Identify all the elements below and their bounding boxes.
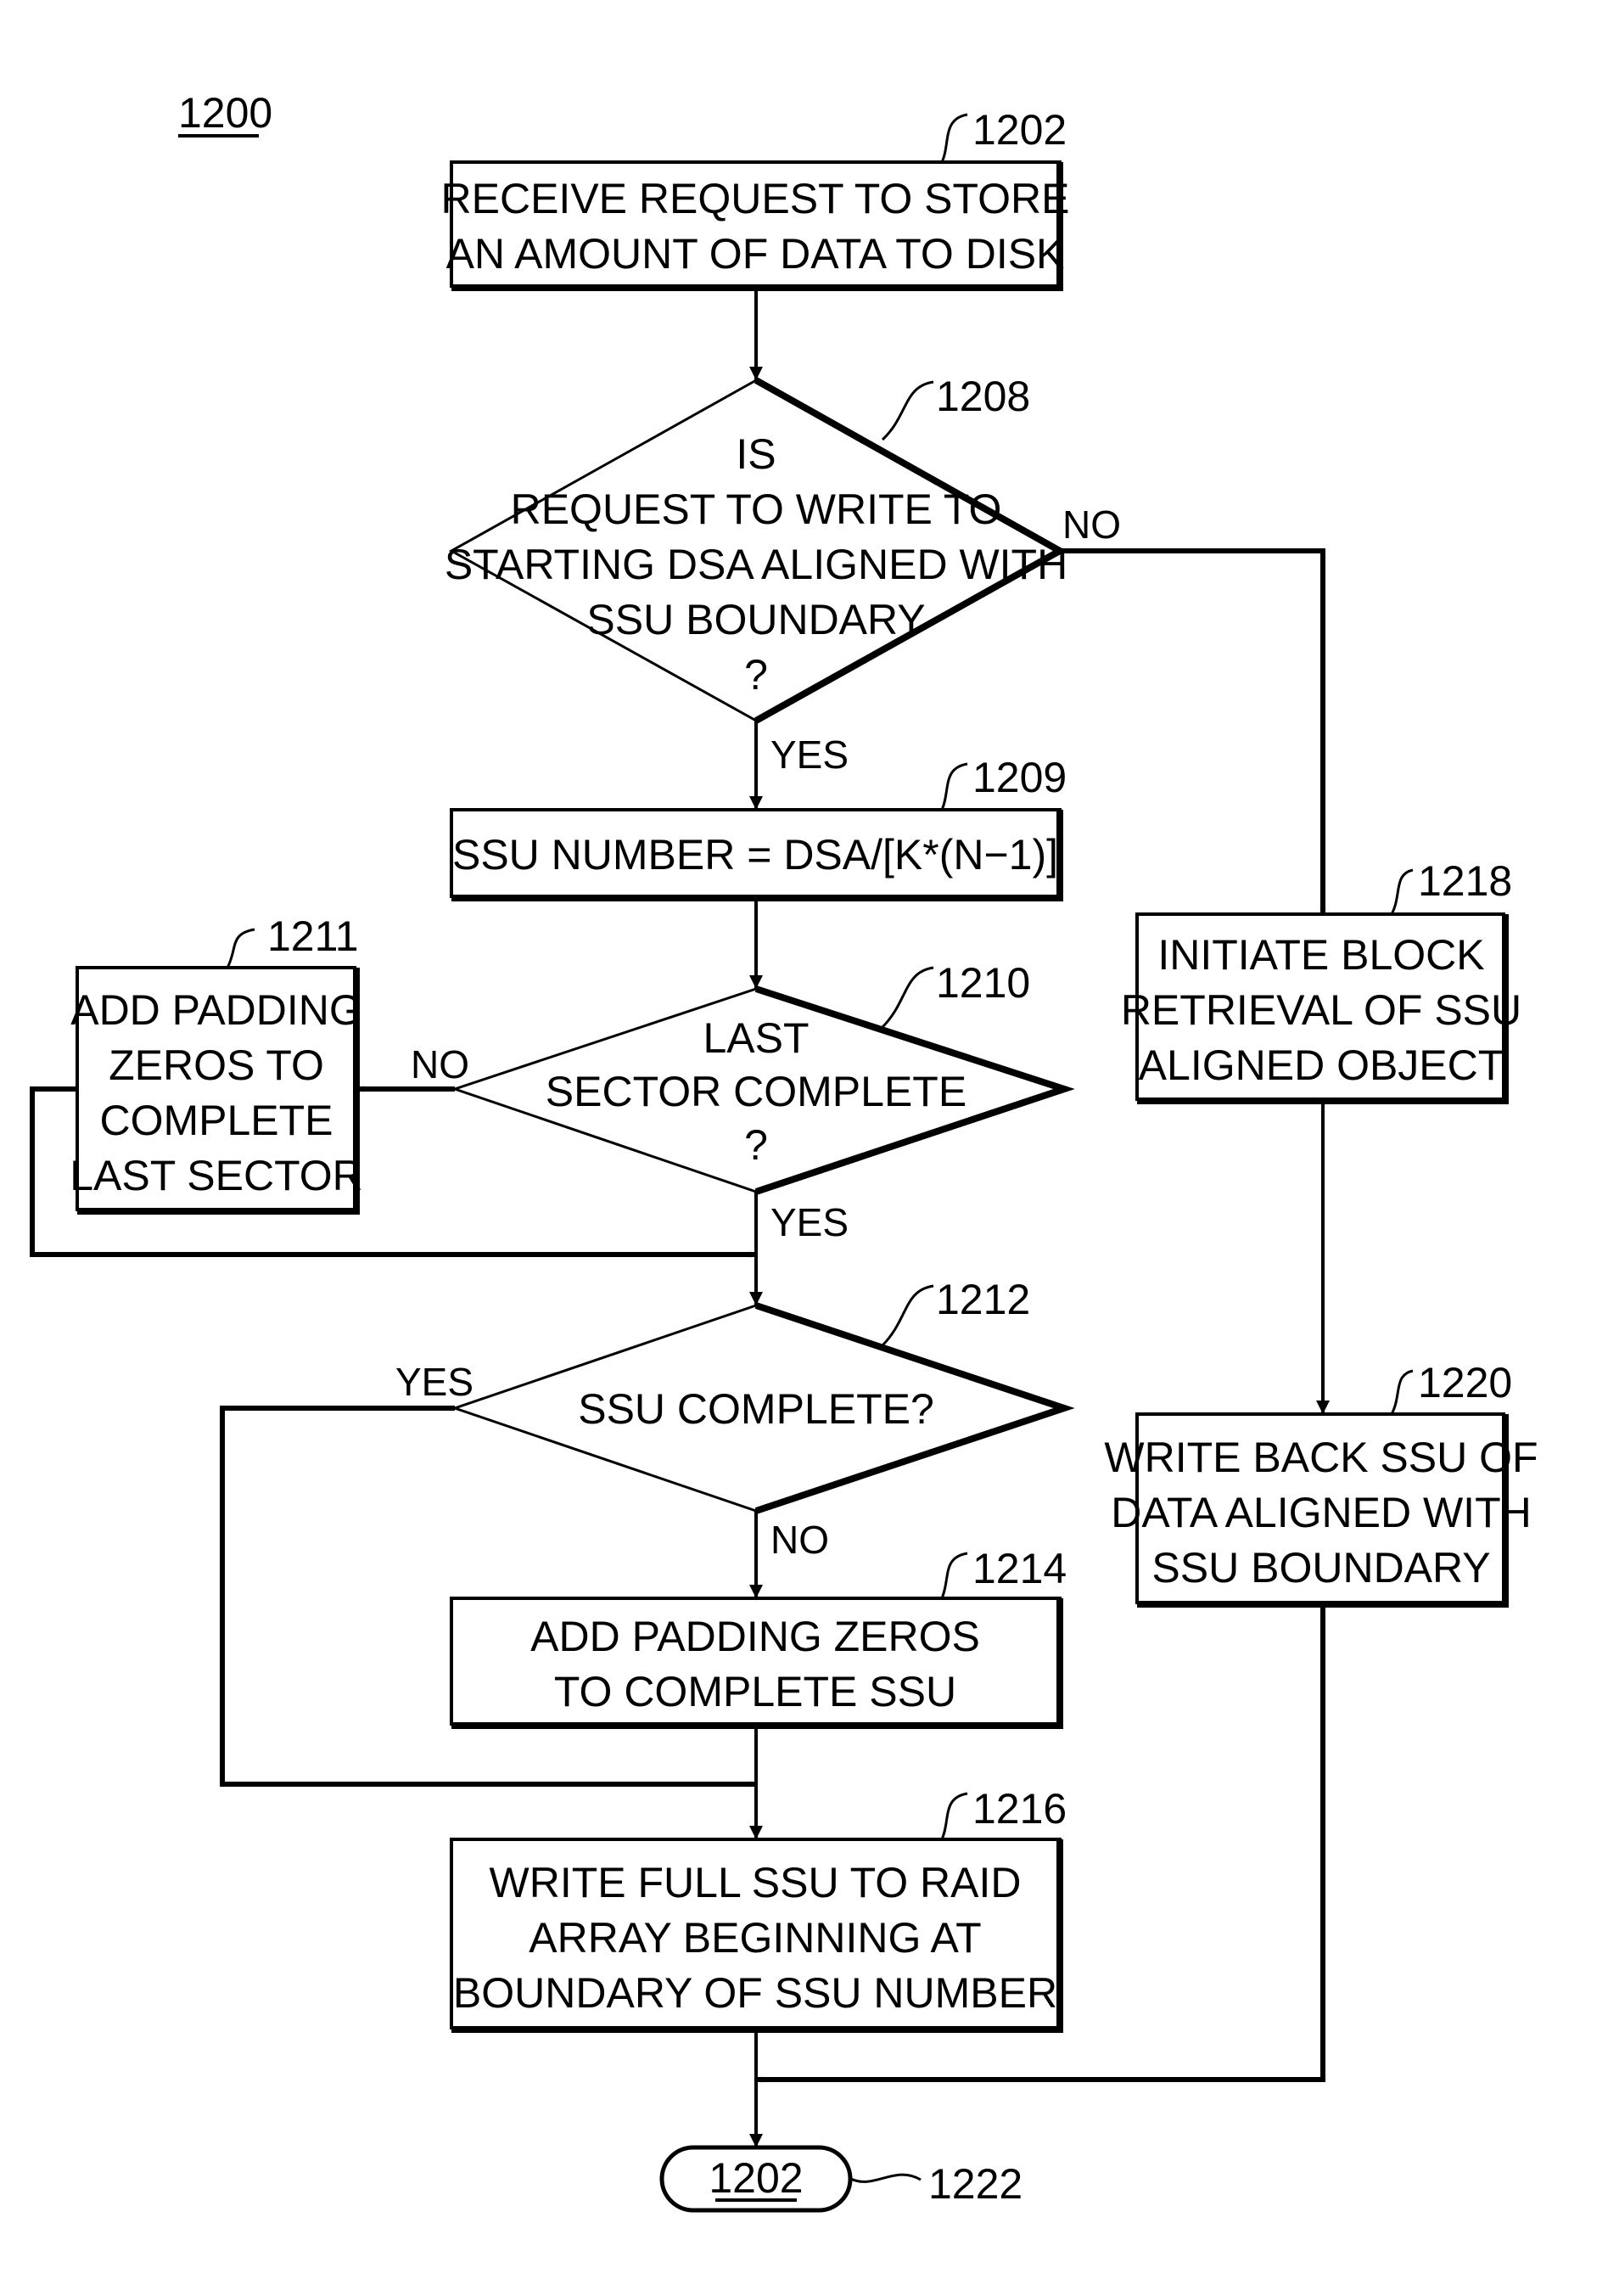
process-text-line: WRITE BACK SSU OF (1104, 1434, 1538, 1481)
ref-label: 1202 (972, 106, 1067, 154)
flow-arrow (1060, 548, 1326, 914)
decision-text-line: SECTOR COMPLETE (546, 1068, 966, 1115)
process-text-line: AN AMOUNT OF DATA TO DISK (446, 230, 1065, 278)
ref-label: 1211 (267, 912, 359, 960)
process-text-line: ADD PADDING (70, 986, 362, 1034)
decision-1208: IS REQUEST TO WRITE TO STARTING DSA ALIG… (445, 373, 1067, 724)
decision-text-line: LAST (703, 1014, 809, 1062)
ref-label: 1222 (928, 2160, 1023, 2208)
flowchart: 1200 RECEIVE REQUEST TO STORE AN AMOUNT … (30, 89, 1538, 2213)
decision-text-line: SSU BOUNDARY (586, 596, 925, 643)
ref-label: 1220 (1418, 1359, 1512, 1406)
process-text-line: RETRIEVAL OF SSU (1121, 986, 1521, 1034)
leader-line (940, 1792, 968, 1840)
edge-label-no: NO (1062, 502, 1121, 547)
process-text-line: ARRAY BEGINNING AT (529, 1914, 981, 1962)
process-1214: ADD PADDING ZEROS TO COMPLETE SSU 1214 (450, 1545, 1067, 1729)
ref-label: 1216 (972, 1785, 1067, 1833)
ref-label: 1210 (936, 959, 1030, 1007)
leader-line (940, 1552, 968, 1599)
leader-line (1390, 868, 1414, 915)
leader-line (226, 928, 255, 968)
process-text-line: TO COMPLETE SSU (554, 1668, 956, 1715)
process-text-line: COMPLETE (99, 1097, 333, 1144)
process-text-line: ALIGNED OBJECT (1139, 1041, 1504, 1089)
process-text-line: SSU BOUNDARY (1151, 1544, 1490, 1591)
decision-text-line: STARTING DSA ALIGNED WITH (445, 541, 1067, 588)
ref-label: 1208 (936, 373, 1030, 420)
leader-line (940, 762, 968, 811)
edge-label-yes: YES (770, 733, 849, 777)
terminal-1222: 1202 1222 (659, 2145, 1023, 2213)
edge-label-no: NO (770, 1518, 829, 1562)
figure-number: 1200 (178, 89, 272, 137)
process-text-line: DATA ALIGNED WITH (1111, 1489, 1531, 1536)
process-1209: SSU NUMBER = DSA/[K*(N−1)] 1209 (450, 754, 1067, 901)
process-text-line: WRITE FULL SSU TO RAID (490, 1859, 1022, 1906)
ref-label: 1212 (936, 1276, 1030, 1323)
ref-label: 1214 (972, 1545, 1067, 1592)
process-1202: RECEIVE REQUEST TO STORE AN AMOUNT OF DA… (441, 106, 1070, 291)
edge-label-no: NO (411, 1042, 469, 1086)
decision-text-line: REQUEST TO WRITE TO (511, 486, 1002, 533)
decision-text-line: SSU COMPLETE? (578, 1385, 934, 1433)
decision-1210: LAST SECTOR COMPLETE ? 1210 (451, 959, 1075, 1195)
terminal-text: 1202 (709, 2154, 803, 2202)
edge-label-yes: YES (395, 1360, 473, 1404)
process-text-line: LAST SECTOR (70, 1152, 362, 1199)
leader-line (881, 1284, 934, 1347)
ref-label: 1218 (1418, 857, 1512, 905)
decision-1212: SSU COMPLETE? 1212 (451, 1276, 1075, 1514)
process-1216: WRITE FULL SSU TO RAID ARRAY BEGINNING A… (450, 1785, 1067, 2033)
process-text-line: RECEIVE REQUEST TO STORE (441, 175, 1070, 222)
leader-line (850, 2173, 922, 2183)
decision-text-line: ? (744, 1121, 768, 1169)
process-text-line: INITIATE BLOCK (1157, 931, 1484, 979)
process-text-line: SSU NUMBER = DSA/[K*(N−1)] (452, 831, 1058, 879)
decision-text-line: IS (736, 430, 776, 478)
process-text-line: ZEROS TO (109, 1041, 324, 1089)
process-1211: ADD PADDING ZEROS TO COMPLETE LAST SECTO… (70, 912, 363, 1215)
process-text-line: ADD PADDING ZEROS (530, 1613, 980, 1660)
decision-text-line: ? (744, 651, 768, 699)
process-text-line: BOUNDARY OF SSU NUMBER (453, 1969, 1057, 2017)
edge-label-yes: YES (770, 1200, 849, 1244)
leader-line (940, 113, 968, 163)
leader-line (881, 380, 934, 441)
ref-label: 1209 (972, 754, 1067, 801)
leader-line (1390, 1369, 1414, 1415)
leader-line (881, 966, 934, 1029)
